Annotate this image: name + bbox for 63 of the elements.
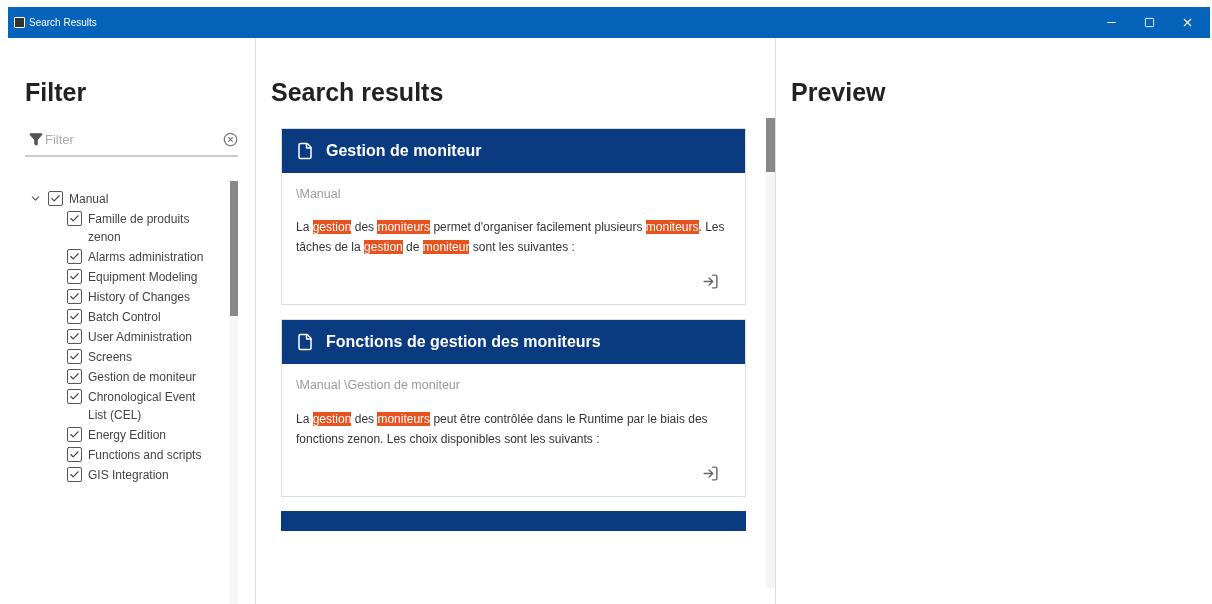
scrollbar-thumb[interactable] <box>766 117 775 172</box>
result-card[interactable]: Gestion de moniteur \Manual La gestion des moniteurs permet d'organiser facilement plusieurs moniteurs. Les tâches de la gestion de moniteur sont les suivantes : <box>281 127 746 306</box>
open-icon[interactable] <box>702 273 719 291</box>
open-icon[interactable] <box>702 465 719 482</box>
checkbox[interactable] <box>67 447 82 462</box>
maximize-button[interactable] <box>1144 17 1155 28</box>
result-snippet: La gestion des moniteurs peut être contrôlée dans le Runtime par le biais des fonctions zenon. Les choix disponibles sont les suivants : <box>296 411 709 448</box>
tree-item-label[interactable]: GIS Integration <box>88 466 216 484</box>
tree-item-label[interactable]: Famille de produits zenon <box>88 210 216 246</box>
checkbox[interactable] <box>67 329 82 344</box>
tree-item-label[interactable]: Energy Edition <box>88 426 216 444</box>
checkbox[interactable] <box>67 427 82 442</box>
tree-item-label[interactable]: Gestion de moniteur <box>88 368 216 386</box>
tree-item-label[interactable]: Manual <box>69 190 197 208</box>
check-icon <box>50 193 61 204</box>
check-icon <box>69 449 80 460</box>
checkbox[interactable] <box>48 191 63 206</box>
tree-item-label[interactable]: Screens <box>88 348 216 366</box>
tree-item-label[interactable]: History of Changes <box>88 288 216 306</box>
checkbox[interactable] <box>67 249 82 264</box>
tree-item-label[interactable]: Batch Control <box>88 308 216 326</box>
checkbox[interactable] <box>67 369 82 384</box>
check-icon <box>69 429 80 440</box>
funnel-icon <box>29 132 43 147</box>
checkbox[interactable] <box>67 289 82 304</box>
checkbox[interactable] <box>67 269 82 284</box>
tree-item-label[interactable]: User Administration <box>88 328 216 346</box>
check-icon <box>69 271 80 282</box>
filter-field[interactable]: Filter <box>45 129 195 149</box>
checkbox[interactable] <box>67 349 82 364</box>
clear-icon[interactable] <box>223 131 238 147</box>
scrollbar-thumb[interactable] <box>230 181 238 316</box>
result-card[interactable]: Fonctions de gestion des moniteurs \Manual \Gestion de moniteur La gestion des moniteurs peut être contrôlée dans le Runtime par le biais des fonctions zenon. Les choix disponibles sont les suivants : <box>281 319 746 497</box>
checkbox[interactable] <box>67 309 82 324</box>
close-button[interactable] <box>1181 16 1194 29</box>
check-icon <box>69 291 80 302</box>
check-icon <box>69 371 80 382</box>
tree-item-label[interactable]: Equipment Modeling <box>88 268 216 286</box>
tree-item-label[interactable]: Functions and scripts <box>88 446 216 464</box>
result-path: \Manual \Gestion de moniteur <box>296 377 461 395</box>
check-icon <box>69 251 80 262</box>
document-icon <box>296 333 314 352</box>
tree-item-label[interactable]: Chronological Event List (CEL) <box>88 388 216 424</box>
checkbox[interactable] <box>67 211 82 226</box>
results-heading: Search results <box>271 77 445 108</box>
result-title: Fonctions de gestion des moniteurs <box>326 332 601 353</box>
window-title: Search Results <box>29 16 97 30</box>
result-title: Gestion de moniteur <box>326 140 482 161</box>
check-icon <box>69 351 80 362</box>
checkbox[interactable] <box>67 467 82 482</box>
check-icon <box>69 331 80 342</box>
check-icon <box>69 311 80 322</box>
tree-item-label[interactable]: Alarms administration <box>88 248 216 266</box>
app-icon <box>14 17 25 28</box>
document-icon <box>296 141 314 160</box>
checkbox[interactable] <box>67 389 82 404</box>
check-icon <box>69 391 80 402</box>
result-snippet: La gestion des moniteurs permet d'organiser facilement plusieurs moniteurs. Les tâches de la gestion de moniteur sont les suivantes : <box>296 219 726 257</box>
result-path: \Manual <box>296 185 342 203</box>
preview-heading: Preview <box>791 77 887 108</box>
filter-heading: Filter <box>25 77 88 108</box>
check-icon <box>69 469 80 480</box>
check-icon <box>69 213 80 224</box>
